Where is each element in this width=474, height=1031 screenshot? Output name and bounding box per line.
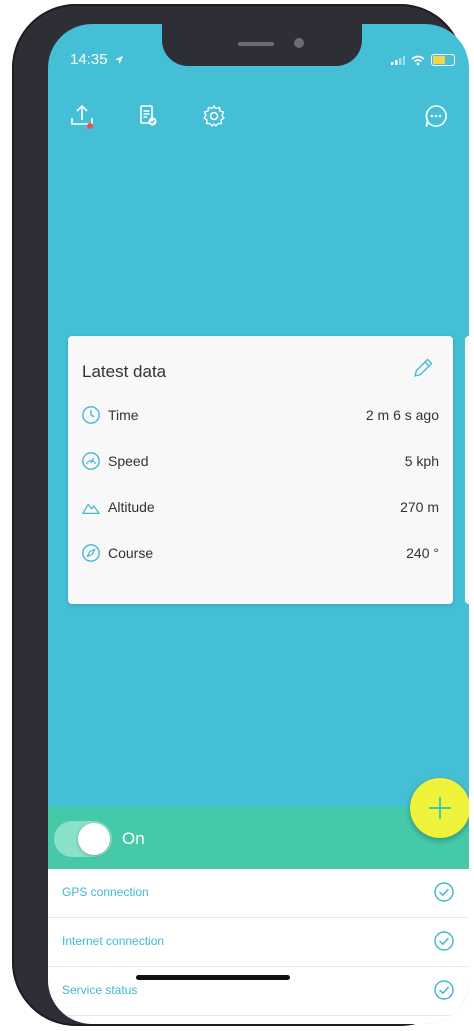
mountain-icon xyxy=(80,496,102,518)
battery-icon xyxy=(431,54,455,66)
phone-notch xyxy=(162,24,362,66)
check-circle-icon xyxy=(434,882,454,902)
gear-icon xyxy=(203,105,225,127)
data-row-altitude: Altitude 270 m xyxy=(80,495,439,519)
check-circle-icon xyxy=(434,931,454,951)
status-row-label: GPS connection xyxy=(62,885,149,899)
status-time: 14:35 xyxy=(70,51,124,68)
check-circle-icon xyxy=(434,980,454,1000)
status-row-gps[interactable]: GPS connection xyxy=(48,869,469,918)
next-card-peek[interactable] xyxy=(465,336,469,604)
plus-icon xyxy=(429,797,451,819)
data-row-label: Altitude xyxy=(108,499,155,515)
location-arrow-icon xyxy=(114,56,123,65)
toggle-label: On xyxy=(122,829,145,848)
card-title: Latest data xyxy=(82,362,167,381)
edit-button[interactable] xyxy=(411,356,435,380)
compass-icon xyxy=(80,542,102,564)
toggle-knob xyxy=(78,823,110,855)
wifi-icon xyxy=(411,55,425,65)
pencil-icon xyxy=(414,358,433,377)
data-row-value: 240 ° xyxy=(406,545,439,561)
bottom-panel: On GPS connection Internet connection Se… xyxy=(48,807,469,1024)
upload-icon xyxy=(71,104,93,129)
data-row-course: Course 240 ° xyxy=(80,541,439,565)
data-row-value: 270 m xyxy=(400,499,439,515)
upload-button[interactable] xyxy=(68,102,96,130)
status-row-label: Service status xyxy=(62,983,138,997)
chat-bubble-icon xyxy=(425,105,447,127)
data-row-value: 2 m 6 s ago xyxy=(365,407,439,423)
speaker-grille xyxy=(238,42,274,46)
latest-data-card: Latest data Time 2 m 6 s ago Speed 5 kph… xyxy=(68,336,453,604)
data-row-label: Speed xyxy=(108,453,149,469)
clock-icon xyxy=(80,404,102,426)
log-button[interactable] xyxy=(134,102,162,130)
home-indicator[interactable] xyxy=(136,975,290,980)
data-row-value: 5 kph xyxy=(404,453,439,469)
data-row-speed: Speed 5 kph xyxy=(80,449,439,473)
cellular-signal-icon xyxy=(391,56,405,65)
add-button[interactable] xyxy=(410,778,469,838)
front-camera xyxy=(294,38,304,48)
status-row-label: Internet connection xyxy=(62,934,165,948)
status-time-text: 14:35 xyxy=(70,51,108,68)
status-row-internet[interactable]: Internet connection xyxy=(48,918,469,967)
phone-frame: 14:35 Latest data Time 2 m 6 s ago Speed… xyxy=(12,4,469,1026)
settings-button[interactable] xyxy=(200,102,228,130)
status-indicators xyxy=(391,54,455,66)
tracking-toggle[interactable] xyxy=(54,821,112,857)
status-list: GPS connection Internet connection Servi… xyxy=(48,869,469,1024)
clipboard-check-icon xyxy=(140,105,157,126)
app-screen: 14:35 Latest data Time 2 m 6 s ago Speed… xyxy=(48,24,469,1024)
chat-button[interactable] xyxy=(422,102,450,130)
data-row-label: Course xyxy=(108,545,154,561)
data-row-time: Time 2 m 6 s ago xyxy=(80,403,439,427)
speedometer-icon xyxy=(80,450,102,472)
tracking-toggle-bar: On xyxy=(48,807,469,869)
data-row-label: Time xyxy=(108,407,139,423)
